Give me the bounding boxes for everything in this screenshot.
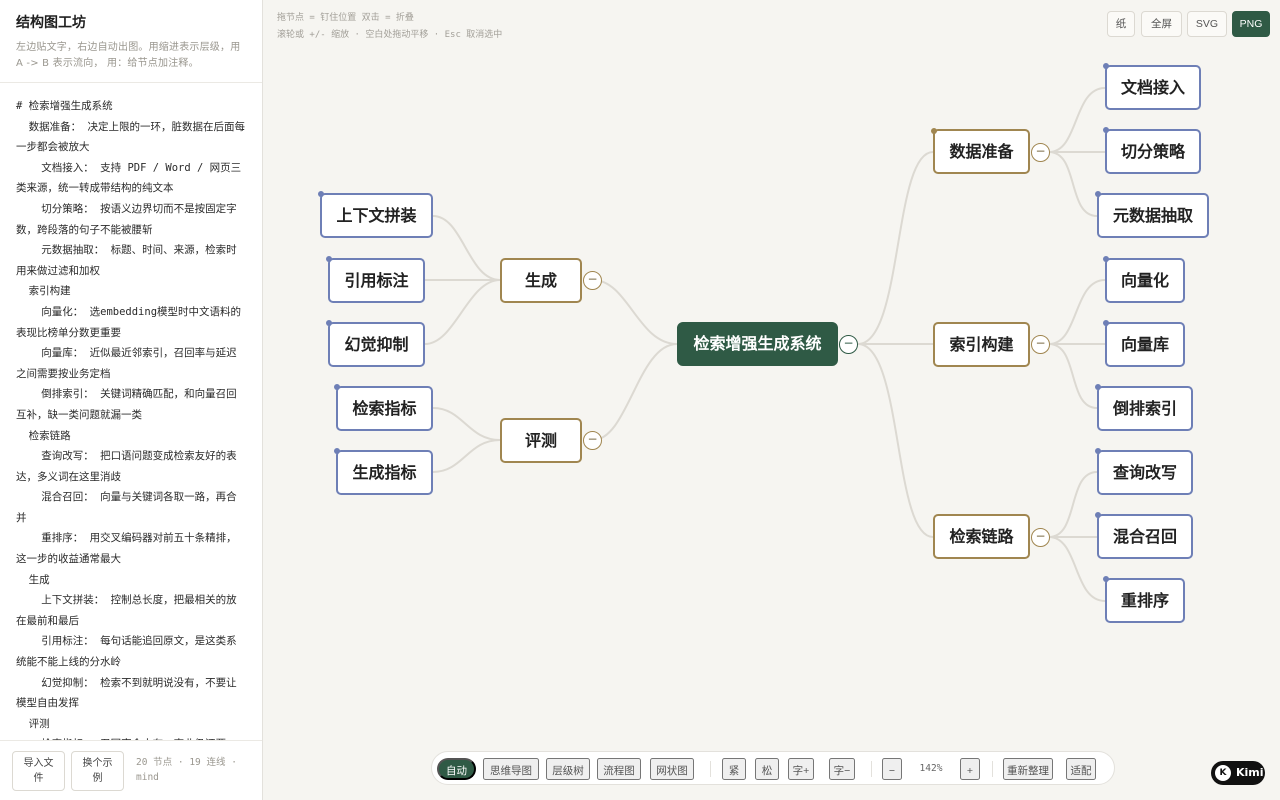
zoom-level: 142%	[919, 763, 943, 774]
kimi-badge[interactable]: K Kimi	[1211, 761, 1265, 785]
edge-gen-context	[432, 215, 501, 281]
layout-network-button[interactable]: 网状图	[650, 758, 694, 780]
text-editor[interactable]: # 检索增强生成系统 数据准备： 决定上限的一环，脏数据在后面每一步都会被放大 …	[0, 84, 262, 740]
node-evaluation[interactable]: 评测	[500, 418, 582, 463]
mindmap-canvas[interactable]: 拖节点 = 钉住位置 双击 = 折叠 滚轮或 +/- 缩放 · 空白处拖动平移 …	[263, 0, 1280, 800]
bottom-toolbar: 自动 思维导图 层级树 流程图 网状图 紧 松 字+ 字− − 142% + 重…	[431, 751, 1115, 785]
pin-handle[interactable]	[1095, 384, 1101, 390]
import-file-button[interactable]: 导入文件	[12, 751, 65, 791]
pin-handle[interactable]	[1103, 320, 1109, 326]
pin-handle[interactable]	[1103, 127, 1109, 133]
node-data-prep[interactable]: 数据准备	[933, 129, 1030, 174]
fit-view-button[interactable]: 适配	[1066, 758, 1096, 780]
node-rerank[interactable]: 重排序	[1105, 578, 1185, 623]
edge-root-generation	[592, 279, 678, 345]
collapse-generation-button[interactable]: −	[583, 271, 602, 290]
node-generation[interactable]: 生成	[500, 258, 582, 303]
edge-data-prep-meta	[1048, 151, 1098, 217]
pin-handle[interactable]	[1103, 576, 1109, 582]
edge-data-prep-doc	[1048, 87, 1106, 153]
edge-retrieval-rewrite	[1048, 471, 1098, 538]
node-inverted-index[interactable]: 倒排索引	[1097, 386, 1193, 431]
node-hybrid-recall[interactable]: 混合召回	[1097, 514, 1193, 559]
pin-handle[interactable]	[1095, 448, 1101, 454]
collapse-evaluation-button[interactable]: −	[583, 431, 602, 450]
node-vectorize[interactable]: 向量化	[1105, 258, 1185, 303]
edge-root-retrieval	[857, 343, 934, 538]
zoom-out-button[interactable]: −	[882, 758, 902, 780]
spacing-tight-button[interactable]: 紧	[722, 758, 746, 780]
pin-handle[interactable]	[326, 320, 332, 326]
app-description: 左边贴文字，右边自动出图。用缩进表示层级，用 A -> B 表示流向， 用：给节…	[16, 42, 241, 69]
node-hallucination[interactable]: 幻觉抑制	[328, 322, 425, 367]
switch-example-button[interactable]: 换个示例	[71, 751, 124, 791]
sidebar-header: 结构图工坊 左边贴文字，右边自动出图。用缩进表示层级，用 A -> B 表示流向…	[0, 0, 262, 83]
font-decrease-button[interactable]: 字−	[829, 758, 855, 780]
sidebar-footer: 导入文件 换个示例 20 节点 · 19 连线 · mind	[0, 740, 262, 800]
layout-flow-button[interactable]: 流程图	[597, 758, 641, 780]
pin-handle[interactable]	[326, 256, 332, 262]
pin-handle[interactable]	[1095, 191, 1101, 197]
edge-indexing-vec	[1048, 279, 1106, 345]
sidebar: 结构图工坊 左边贴文字，右边自动出图。用缩进表示层级，用 A -> B 表示流向…	[0, 0, 263, 800]
pin-handle[interactable]	[318, 191, 324, 197]
node-root[interactable]: 检索增强生成系统	[677, 322, 838, 366]
edge-gen-halluc	[424, 279, 501, 345]
zoom-in-button[interactable]: +	[960, 758, 980, 780]
edge-eval-gen	[432, 439, 501, 473]
relayout-button[interactable]: 重新整理	[1003, 758, 1053, 780]
node-context-assembly[interactable]: 上下文拼装	[320, 193, 433, 238]
graph-stats: 20 节点 · 19 连线 · mind	[136, 757, 237, 783]
pin-handle[interactable]	[1103, 63, 1109, 69]
pin-handle[interactable]	[1103, 256, 1109, 262]
layout-mindmap-button[interactable]: 思维导图	[483, 758, 539, 780]
node-indexing[interactable]: 索引构建	[933, 322, 1030, 367]
node-retrieval-metrics[interactable]: 检索指标	[336, 386, 433, 431]
node-citation[interactable]: 引用标注	[328, 258, 425, 303]
font-increase-button[interactable]: 字+	[788, 758, 814, 780]
collapse-indexing-button[interactable]: −	[1031, 335, 1050, 354]
pin-handle[interactable]	[334, 384, 340, 390]
toolbar-divider	[871, 761, 872, 777]
toolbar-divider	[992, 761, 993, 777]
node-retrieval[interactable]: 检索链路	[933, 514, 1030, 559]
node-generation-metrics[interactable]: 生成指标	[336, 450, 433, 495]
kimi-logo-icon: K	[1215, 765, 1231, 781]
pin-handle[interactable]	[931, 128, 937, 134]
editor-content[interactable]: # 检索增强生成系统 数据准备： 决定上限的一环，脏数据在后面每一步都会被放大 …	[16, 96, 246, 740]
layout-tree-button[interactable]: 层级树	[546, 758, 590, 780]
node-metadata[interactable]: 元数据抽取	[1097, 193, 1209, 238]
node-query-rewrite[interactable]: 查询改写	[1097, 450, 1193, 495]
edge-eval-ret	[432, 407, 501, 441]
app-title: 结构图工坊	[16, 15, 86, 31]
edge-indexing-inv	[1048, 343, 1098, 409]
toolbar-divider	[710, 761, 711, 777]
edge-root-evaluation	[592, 343, 678, 441]
node-vector-db[interactable]: 向量库	[1105, 322, 1185, 367]
collapse-retrieval-button[interactable]: −	[1031, 528, 1050, 547]
collapse-root-button[interactable]: −	[839, 335, 858, 354]
edge-root-data-prep	[857, 151, 934, 345]
node-doc-ingest[interactable]: 文档接入	[1105, 65, 1201, 110]
pin-handle[interactable]	[1095, 512, 1101, 518]
pin-handle[interactable]	[334, 448, 340, 454]
layout-auto-button[interactable]: 自动	[437, 758, 476, 780]
node-chunking[interactable]: 切分策略	[1105, 129, 1201, 174]
collapse-data-prep-button[interactable]: −	[1031, 143, 1050, 162]
spacing-loose-button[interactable]: 松	[755, 758, 779, 780]
kimi-label: Kimi	[1236, 766, 1264, 779]
